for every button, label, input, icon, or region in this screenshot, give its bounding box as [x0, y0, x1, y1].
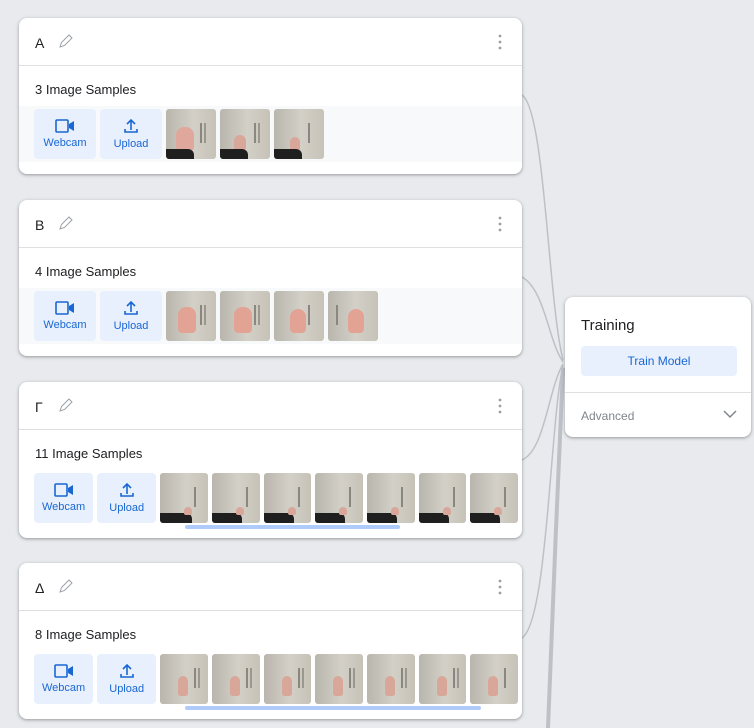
samples-section: 3 Image Samples Webcam Upload [19, 66, 522, 174]
more-vert-icon[interactable] [498, 579, 502, 595]
webcam-button[interactable]: Webcam [34, 109, 96, 159]
class-name[interactable]: Α [35, 35, 44, 51]
upload-icon [119, 663, 134, 678]
sample-thumbnail[interactable] [328, 291, 378, 341]
sample-thumbnail[interactable] [160, 473, 208, 523]
thumbnails-scrollbar[interactable] [185, 706, 481, 710]
sample-thumbnail[interactable] [263, 473, 312, 523]
class-name[interactable]: Β [35, 217, 44, 233]
class-header: Γ [19, 382, 522, 430]
videocam-icon [55, 301, 74, 315]
samples-section: 4 Image Samples Webcam Upload [19, 248, 522, 356]
upload-button[interactable]: Upload [97, 654, 157, 704]
upload-icon [124, 300, 138, 315]
chevron-down-icon[interactable] [723, 409, 737, 419]
webcam-label: Webcam [43, 137, 87, 149]
sample-thumbnail[interactable] [315, 473, 363, 523]
sample-thumbnail[interactable] [220, 291, 270, 341]
upload-icon [119, 482, 134, 497]
upload-button[interactable]: Upload [97, 473, 157, 523]
class-card-gamma: Γ 11 Image Samples Webcam Upload [19, 382, 522, 538]
samples-count: 11 Image Samples [35, 446, 143, 461]
upload-label: Upload [113, 320, 149, 332]
sample-thumbnail[interactable] [211, 654, 260, 704]
more-vert-icon[interactable] [498, 398, 502, 414]
samples-row: Webcam Upload [19, 651, 522, 707]
upload-label: Upload [113, 138, 149, 150]
samples-section: 8 Image Samples Webcam Upload [19, 611, 522, 719]
samples-row: Webcam Upload [19, 288, 522, 344]
pencil-icon[interactable] [57, 396, 75, 414]
sample-thumbnail[interactable] [220, 109, 270, 159]
samples-section: 11 Image Samples Webcam Upload [19, 430, 522, 538]
samples-row: Webcam Upload [19, 470, 522, 526]
class-card-delta: Δ 8 Image Samples Webcam Upload [19, 563, 522, 719]
upload-button[interactable]: Upload [100, 109, 162, 159]
sample-thumbnail[interactable] [160, 654, 208, 704]
sample-thumbnail[interactable] [418, 473, 467, 523]
samples-count: 8 Image Samples [35, 627, 137, 642]
class-card-alpha: Α 3 Image Samples Webcam Upload [19, 18, 522, 174]
webcam-button[interactable]: Webcam [34, 473, 94, 523]
class-header: Δ [19, 563, 522, 611]
pencil-icon[interactable] [57, 577, 75, 595]
class-header: Β [19, 200, 522, 248]
sample-thumbnail[interactable] [166, 109, 216, 159]
videocam-icon [53, 483, 73, 497]
training-title: Training [581, 317, 635, 334]
samples-count: 3 Image Samples [35, 82, 137, 97]
upload-button[interactable]: Upload [100, 291, 162, 341]
videocam-icon [53, 664, 73, 678]
webcam-button[interactable]: Webcam [34, 291, 96, 341]
pencil-icon[interactable] [57, 32, 75, 50]
training-card: Training Train Model Advanced [565, 297, 751, 437]
sample-thumbnail[interactable] [211, 473, 260, 523]
class-card-beta: Β 4 Image Samples Webcam Upload [19, 200, 522, 356]
webcam-label: Webcam [41, 682, 86, 694]
webcam-label: Webcam [41, 501, 86, 513]
sample-thumbnail[interactable] [470, 473, 518, 523]
advanced-toggle[interactable]: Advanced [581, 409, 634, 423]
more-vert-icon[interactable] [498, 34, 502, 50]
sample-thumbnail[interactable] [366, 473, 415, 523]
sample-thumbnail[interactable] [470, 654, 518, 704]
class-header: Α [19, 18, 522, 66]
sample-thumbnail[interactable] [166, 291, 216, 341]
sample-thumbnail[interactable] [418, 654, 467, 704]
training-divider [565, 392, 751, 393]
upload-label: Upload [109, 683, 145, 695]
videocam-icon [55, 119, 74, 133]
upload-icon [124, 118, 138, 133]
class-name[interactable]: Δ [35, 580, 44, 596]
upload-label: Upload [109, 502, 145, 514]
train-model-button[interactable]: Train Model [581, 346, 737, 376]
webcam-label: Webcam [43, 319, 87, 331]
samples-count: 4 Image Samples [35, 264, 137, 279]
sample-thumbnail[interactable] [315, 654, 363, 704]
webcam-button[interactable]: Webcam [34, 654, 94, 704]
class-name[interactable]: Γ [35, 399, 43, 415]
sample-thumbnail[interactable] [263, 654, 312, 704]
sample-thumbnail[interactable] [366, 654, 415, 704]
more-vert-icon[interactable] [498, 216, 502, 232]
sample-thumbnail[interactable] [274, 109, 324, 159]
sample-thumbnail[interactable] [274, 291, 324, 341]
thumbnails-scrollbar[interactable] [185, 525, 400, 529]
pencil-icon[interactable] [57, 214, 75, 232]
samples-row: Webcam Upload [19, 106, 522, 162]
